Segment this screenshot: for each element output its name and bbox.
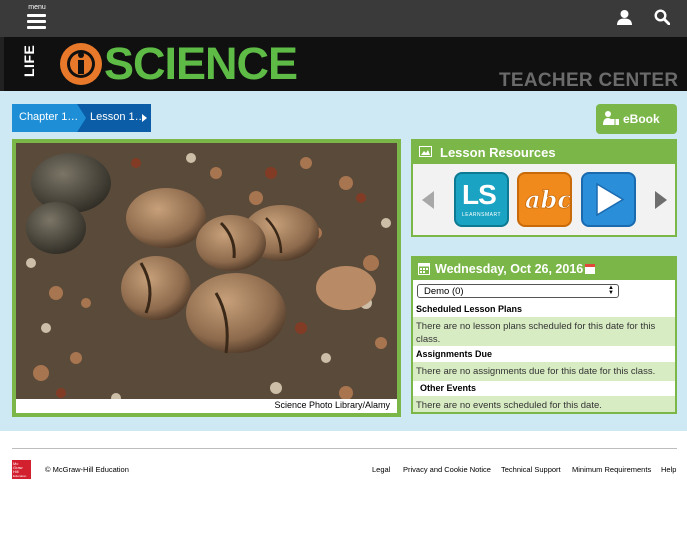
user-icon[interactable] — [616, 9, 633, 26]
lesson-resources-header: Lesson Resources — [413, 141, 675, 164]
play-icon — [596, 182, 625, 217]
living-stones-image — [16, 143, 397, 413]
life-text: LIFE — [21, 44, 37, 77]
carousel-prev-icon[interactable] — [422, 191, 434, 209]
class-select-value: Demo (0) — [424, 286, 464, 297]
reader-icon — [603, 111, 619, 125]
select-arrows-icon: ▲ ▼ — [608, 285, 614, 296]
search-icon[interactable] — [654, 9, 670, 25]
class-select[interactable]: Demo (0) ▲ ▼ — [417, 284, 619, 298]
breadcrumb-lesson[interactable]: Lesson 1… — [76, 104, 151, 132]
footer-link-legal[interactable]: Legal — [372, 465, 390, 474]
logo-line-4: Education — [13, 474, 27, 478]
hamburger-icon-bar — [27, 20, 46, 23]
copyright-text: © McGraw-Hill Education — [45, 465, 129, 474]
abc-icon: abc — [525, 185, 573, 215]
other-events-title: Other Events — [420, 383, 477, 393]
calendar-date: Wednesday, Oct 26, 2016 — [435, 262, 584, 276]
hamburger-icon — [27, 14, 46, 17]
image-icon — [419, 146, 432, 157]
assignments-due-message: There are no assignments due for this da… — [413, 362, 675, 381]
top-bar: menu — [0, 0, 687, 37]
menu-label: menu — [28, 4, 46, 11]
abc-text: abc — [525, 185, 570, 214]
ebook-label: eBook — [623, 112, 660, 126]
learnsmart-sublabel: LEARNSMART — [461, 212, 502, 218]
date-picker-icon[interactable] — [585, 264, 595, 274]
i-logo-icon — [60, 43, 102, 85]
calendar-panel: Wednesday, Oct 26, 2016 Demo (0) ▲ ▼ Sche… — [411, 256, 677, 414]
video-tile[interactable] — [581, 172, 636, 227]
menu-button[interactable]: menu — [26, 4, 48, 32]
photo-caption: Science Photo Library/Alamy — [16, 399, 397, 413]
lesson-resources-panel: Lesson Resources LS LEARNSMART abc — [411, 139, 677, 237]
resources-carousel: LS LEARNSMART abc — [413, 164, 675, 235]
breadcrumb-chapter[interactable]: Chapter 1… — [12, 104, 86, 132]
science-title: SCIENCE — [104, 38, 298, 89]
vocabulary-tile[interactable]: abc — [517, 172, 573, 227]
assignments-due-title: Assignments Due — [416, 349, 493, 359]
footer-link-privacy[interactable]: Privacy and Cookie Notice — [403, 465, 491, 474]
learnsmart-tile[interactable]: LS LEARNSMART — [454, 172, 509, 227]
caret-right-icon — [142, 114, 147, 122]
banner-strip — [0, 37, 4, 91]
footer-link-help[interactable]: Help — [661, 465, 676, 474]
footer-link-requirements[interactable]: Minimum Requirements — [572, 465, 651, 474]
hamburger-icon-bar — [27, 26, 46, 29]
scheduled-lesson-plans-title: Scheduled Lesson Plans — [416, 304, 523, 314]
scheduled-lesson-plans-message: There are no lesson plans scheduled for … — [413, 317, 675, 346]
lesson-photo: Science Photo Library/Alamy — [16, 143, 397, 413]
learnsmart-logo: LS — [462, 179, 497, 210]
breadcrumb-lesson-label: Lesson 1… — [90, 111, 146, 123]
carousel-next-icon[interactable] — [655, 191, 667, 209]
photo-credit: Science Photo Library/Alamy — [274, 400, 390, 410]
calendar-icon — [418, 263, 430, 275]
brand-banner: LIFE SCIENCE TEACHER CENTER — [0, 37, 687, 91]
calendar-header: Wednesday, Oct 26, 2016 — [413, 258, 675, 280]
breadcrumb-chapter-label: Chapter 1… — [19, 111, 79, 123]
mcgraw-hill-logo[interactable]: Mc Graw Hill Education — [12, 460, 31, 479]
footer-divider — [12, 448, 677, 449]
other-events-message: There are no events scheduled for this d… — [413, 396, 675, 412]
footer-link-support[interactable]: Technical Support — [501, 465, 561, 474]
ebook-button[interactable]: eBook — [596, 104, 677, 134]
teacher-center-title: TEACHER CENTER — [499, 70, 679, 91]
lesson-resources-title: Lesson Resources — [440, 145, 556, 160]
lesson-photo-frame: Science Photo Library/Alamy — [12, 139, 401, 417]
